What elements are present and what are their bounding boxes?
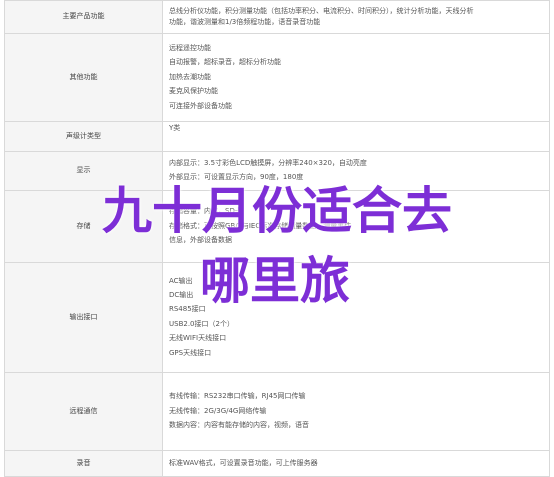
value-line: 功能，谐波测量和1/3倍频程功能，语音录音功能 xyxy=(169,18,321,26)
row-label: 远程通信 xyxy=(4,371,163,451)
value-line: 无线WIFI天线接口 xyxy=(169,334,227,343)
value-line: 自动报警，超标录音，超标分析功能 xyxy=(169,58,281,67)
value-line: 有线传输：RS232串口传输，RJ45网口传输 xyxy=(169,392,306,401)
row-label: 其他功能 xyxy=(4,33,163,122)
row-value: 远程遥控功能 自动报警，超标录音，超标分析功能 加热去潮功能 麦克风保护功能 可… xyxy=(162,33,550,122)
overlay-title-line-2: 哪里旅 xyxy=(200,252,350,310)
table-row: 其他功能 远程遥控功能 自动报警，超标录音，超标分析功能 加热去潮功能 麦克风保… xyxy=(4,33,550,122)
value-line: GPS天线接口 xyxy=(169,348,212,357)
value-line: 麦克风保护功能 xyxy=(169,87,218,96)
row-value: 标准WAV格式，可设置录音功能，可上传服务器 xyxy=(162,449,550,477)
value-line: 远程遥控功能 xyxy=(169,43,211,52)
table-row: 远程通信 有线传输：RS232串口传输，RJ45网口传输 无线传输：2G/3G/… xyxy=(4,371,550,451)
row-label: 主要产品功能 xyxy=(4,0,163,34)
value-line: 数据内容：内容有能存储的内容，视频，语音 xyxy=(169,421,309,430)
table-row: 录音 标准WAV格式，可设置录音功能，可上传服务器 xyxy=(4,449,550,477)
value-line: 总线分析仪功能，积分测量功能（包括功率积分、电流积分、时间积分），统计分析功能，… xyxy=(169,6,474,15)
row-value: Y类 xyxy=(162,121,550,152)
value-line: Y类 xyxy=(169,124,181,133)
value-line: 内部显示：3.5寸彩色LCD触摸屏，分辨率240×320，自动亮度 xyxy=(169,159,367,167)
row-label: 声级计类型 xyxy=(4,121,163,152)
value-line: USB2.0接口（2个） xyxy=(169,319,234,328)
value-line: 无线传输：2G/3G/4G网络传输 xyxy=(169,406,267,415)
value-line: 标准WAV格式，可设置录音功能，可上传服务器 xyxy=(169,458,318,467)
row-label: 录音 xyxy=(4,449,163,477)
table-row: 主要产品功能 总线分析仪功能，积分测量功能（包括功率积分、电流积分、时间积分），… xyxy=(4,0,550,34)
overlay-title-line-1: 九十月份适合去 xyxy=(102,182,452,240)
row-label: 输出接口 xyxy=(4,261,163,373)
table-row: 声级计类型 Y类 xyxy=(4,121,550,152)
row-value: 有线传输：RS232串口传输，RJ45网口传输 无线传输：2G/3G/4G网络传… xyxy=(162,371,550,451)
value-line: 可连接外部设备功能 xyxy=(169,101,232,110)
row-value: 总线分析仪功能，积分测量功能（包括功率积分、电流积分、时间积分），统计分析功能，… xyxy=(162,0,550,34)
value-line: 加热去潮功能 xyxy=(169,72,211,81)
